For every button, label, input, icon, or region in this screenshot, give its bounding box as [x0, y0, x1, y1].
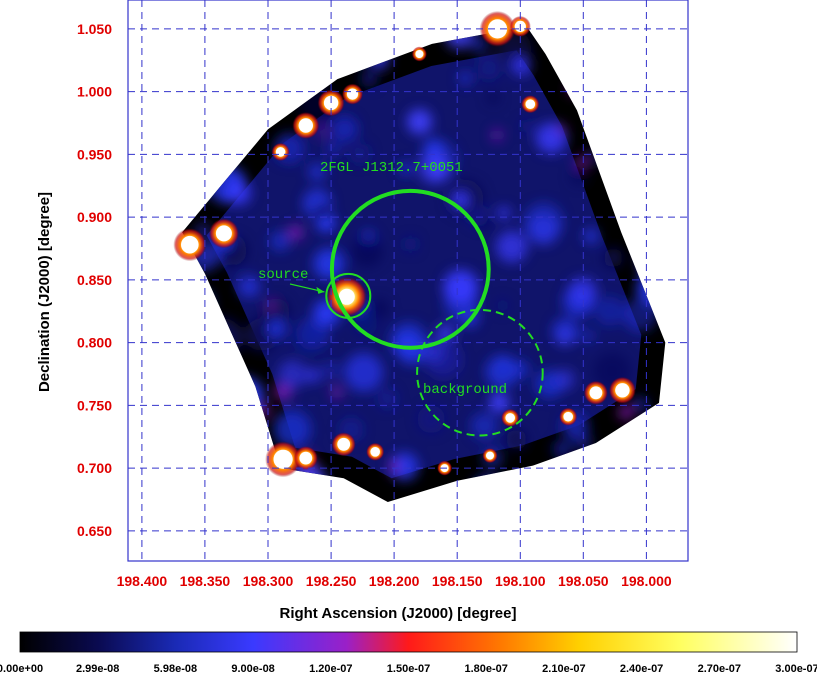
- label-background: background: [423, 382, 507, 398]
- intensity-blob: [360, 70, 378, 88]
- chart-figure: 2FGL J1312.7+0051 source background 198.40…: [0, 0, 817, 674]
- intensity-blob: [512, 56, 531, 76]
- intensity-blob: [313, 248, 345, 279]
- y-tick-label: 1.050: [77, 21, 112, 37]
- intensity-blob: [594, 296, 625, 327]
- y-tick-label: 1.000: [77, 84, 112, 100]
- y-tick-label: 0.900: [77, 209, 112, 225]
- intensity-blob: [491, 129, 503, 141]
- edge-hot-spot-core: [346, 88, 359, 100]
- intensity-blob: [417, 405, 446, 434]
- edge-hot-spot-core: [299, 451, 313, 465]
- edge-hot-spot-core: [273, 449, 293, 469]
- intensity-blob: [351, 235, 383, 268]
- colorbar-label: 1.20e-07: [309, 663, 352, 674]
- intensity-blob: [274, 383, 292, 401]
- x-tick-label: 198.050: [558, 573, 609, 589]
- intensity-blob: [317, 127, 327, 136]
- intensity-blob: [603, 248, 623, 268]
- intensity-blob: [458, 71, 472, 85]
- edge-hot-spot-core: [370, 447, 381, 457]
- intensity-blob: [238, 275, 261, 298]
- intensity-blob: [557, 125, 566, 134]
- colorbar-label: 0.00e+00: [0, 663, 43, 674]
- x-tick-label: 198.100: [495, 573, 546, 589]
- y-tick-label: 0.800: [77, 335, 112, 351]
- edge-hot-spot-core: [215, 225, 232, 242]
- intensity-blob: [394, 331, 421, 358]
- y-tick-label: 0.750: [77, 397, 112, 413]
- intensity-blob: [569, 167, 589, 186]
- intensity-blob: [407, 109, 432, 135]
- intensity-blob: [486, 91, 500, 105]
- edge-hot-spot-core: [563, 411, 573, 422]
- y-tick-label: 0.650: [77, 523, 112, 539]
- intensity-blob: [266, 319, 287, 339]
- colorbar-label: 1.80e-07: [464, 663, 507, 674]
- intensity-blob: [227, 181, 252, 206]
- colorbar-label: 2.10e-07: [542, 663, 585, 674]
- edge-hot-spot-core: [181, 235, 199, 254]
- x-tick-label: 198.250: [306, 573, 357, 589]
- edge-hot-spot-core: [615, 383, 630, 398]
- intensity-blob: [554, 369, 575, 390]
- edge-hot-spot-core: [298, 118, 313, 133]
- intensity-blob: [477, 56, 501, 80]
- intensity-blob: [403, 237, 418, 252]
- colorbar-label: 3.00e-07: [775, 663, 817, 674]
- x-tick-label: 198.350: [180, 573, 231, 589]
- x-tick-label: 198.400: [117, 573, 168, 589]
- colorbar-label: 2.40e-07: [620, 663, 663, 674]
- y-tick-label: 0.950: [77, 146, 112, 162]
- intensity-blob: [523, 202, 564, 242]
- label-source: source: [258, 267, 308, 283]
- intensity-blob: [506, 429, 527, 450]
- intensity-blob: [331, 115, 358, 143]
- intensity-blob: [583, 228, 599, 244]
- y-tick-label: 0.700: [77, 460, 112, 476]
- intensity-blob: [496, 298, 510, 313]
- intensity-blob: [575, 156, 587, 168]
- y-axis-title: Declination (J2000) [degree]: [36, 192, 53, 392]
- intensity-blob: [270, 231, 290, 252]
- x-tick-label: 198.150: [432, 573, 483, 589]
- intensity-blob: [293, 322, 325, 353]
- x-tick-label: 198.300: [243, 573, 294, 589]
- intensity-blob: [443, 270, 478, 305]
- x-axis-title: Right Ascension (J2000) [degree]: [279, 605, 516, 622]
- colorbar-label: 2.99e-08: [76, 663, 119, 674]
- intensity-blob: [633, 397, 648, 412]
- edge-hot-spot-core: [525, 99, 536, 109]
- colorbar: [19, 631, 798, 653]
- x-tick-labels: 198.400 198.350 198.300 198.250 198.200 198.1…: [117, 573, 672, 589]
- intensity-blob: [330, 386, 343, 399]
- y-tick-labels: 1.050 1.000 0.950 0.900 0.850 0.800 0.750 0.700…: [77, 21, 112, 539]
- colorbar-label: 9.00e-08: [231, 663, 274, 674]
- intensity-blob: [498, 356, 512, 370]
- label-2fgl: 2FGL J1312.7+0051: [320, 160, 463, 176]
- x-tick-label: 198.200: [369, 573, 420, 589]
- edge-hot-spot-core: [415, 50, 424, 58]
- intensity-blob: [618, 405, 634, 420]
- colorbar-label: 2.70e-07: [698, 663, 741, 674]
- intensity-blob: [344, 352, 384, 392]
- edge-hot-spot-core: [589, 386, 603, 400]
- colorbar-label: 1.50e-07: [387, 663, 430, 674]
- intensity-blob: [520, 119, 534, 133]
- y-tick-label: 0.850: [77, 272, 112, 288]
- edge-hot-spot-core: [486, 451, 494, 460]
- edge-hot-spot-core: [337, 437, 351, 451]
- intensity-blob: [305, 367, 321, 384]
- intensity-blob: [495, 230, 528, 263]
- x-tick-label: 198.000: [621, 573, 672, 589]
- edge-hot-spot-core: [505, 413, 515, 423]
- colorbar-label: 5.98e-08: [154, 663, 197, 674]
- edge-hot-spot-core: [275, 147, 286, 157]
- intensity-blob: [288, 225, 303, 240]
- colorbar-labels: 0.00e+00 2.99e-08 5.98e-08 9.00e-08 1.20e-07…: [0, 663, 817, 674]
